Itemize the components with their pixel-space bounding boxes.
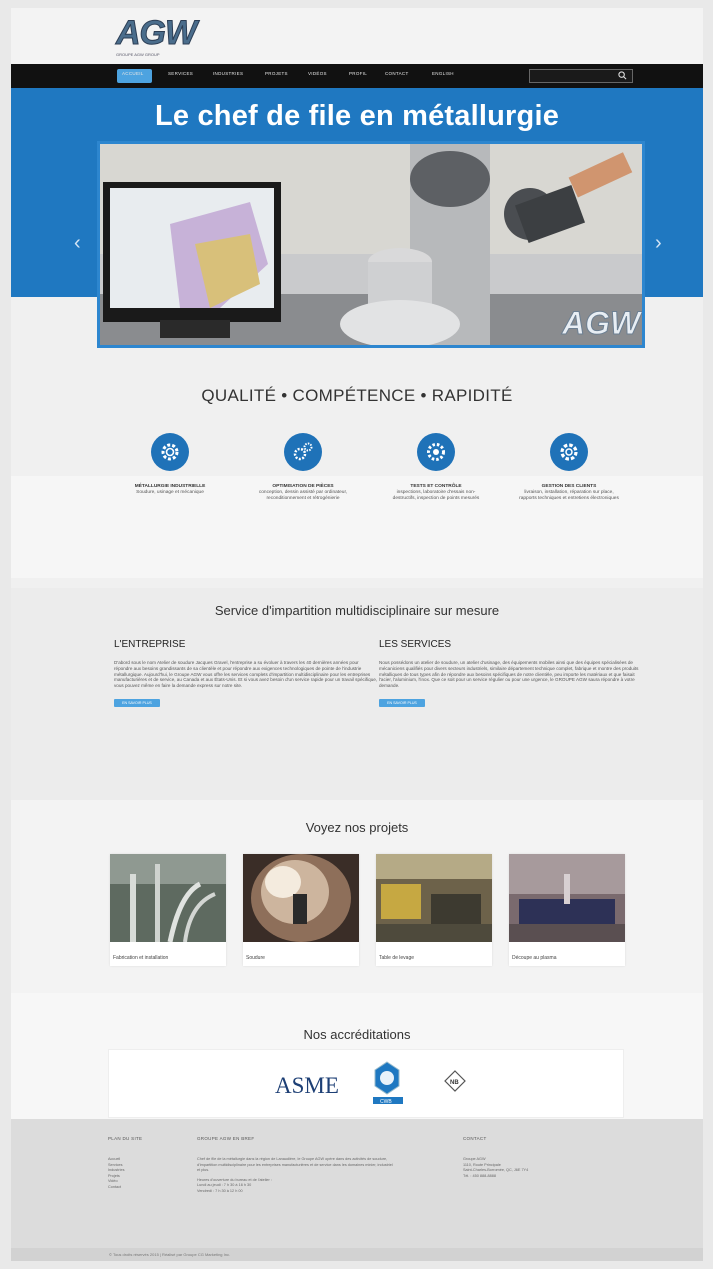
gear-icon <box>161 443 179 461</box>
nav-item-contact[interactable]: CONTACT <box>385 71 409 76</box>
nb-text: NB <box>450 1080 459 1086</box>
nav-item-accueil[interactable]: ACCUEIL <box>122 71 144 76</box>
nav-item-english[interactable]: ENGLISH <box>432 71 454 76</box>
logo[interactable]: AGW GROUPE AGW GROUP <box>115 14 197 58</box>
feature-icon-circle <box>417 433 455 471</box>
project-card[interactable]: Soudure <box>243 854 359 966</box>
footer-link-contact[interactable]: Contact <box>108 1185 124 1191</box>
project-label: Soudure <box>246 955 265 961</box>
project-card[interactable]: Fabrication et installation <box>110 854 226 966</box>
nav-item-videos[interactable]: VIDÉOS <box>308 71 327 76</box>
header: AGW GROUPE AGW GROUP <box>11 8 703 64</box>
services-more-button[interactable]: EN SAVOIR PLUS <box>379 698 425 707</box>
footer-sitemap-title: PLAN DU SITE <box>108 1136 143 1141</box>
project-card[interactable]: Table de levage <box>376 854 492 966</box>
feature-metallurgie[interactable]: MÉTALLURGIE INDUSTRIELLE Soudure, usinag… <box>120 433 220 496</box>
footer-about-title: GROUPE AGW EN BREF <box>197 1136 255 1141</box>
hero-title: Le chef de file en métallurgie <box>154 100 560 132</box>
feature-tests[interactable]: TESTS ET CONTRÔLE inspections, laboratoi… <box>386 433 486 502</box>
footer: PLAN DU SITE Accueil Services Industries… <box>11 1119 703 1261</box>
feature-desc: livraison, installation, réparation sur … <box>519 490 619 501</box>
asme-logo: ASME <box>275 1073 339 1098</box>
feature-icon-circle <box>284 433 322 471</box>
footer-link-industries[interactable]: Industries <box>108 1168 124 1174</box>
nav-item-projets[interactable]: PROJETS <box>265 71 288 76</box>
nav-item-services[interactable]: SERVICES <box>168 71 193 76</box>
services-title: LES SERVICES <box>379 639 452 650</box>
main-nav: ACCUEIL SERVICES INDUSTRIES PROJETS VIDÉ… <box>11 64 703 88</box>
service-heading: Service d'impartition multidisciplinaire… <box>214 603 500 618</box>
project-label: Découpe au plasma <box>512 955 557 961</box>
project-image <box>509 854 625 942</box>
accreditations-logos: ASME CWB NB <box>108 1049 624 1118</box>
footer-about-line: et plus. <box>197 1168 210 1172</box>
page-frame: AGW GROUPE AGW GROUP ACCUEIL SERVICES IN… <box>11 8 703 1261</box>
copyright-bar: © Tous droits réservés 2015 | Réalisé pa… <box>11 1248 703 1261</box>
slide-photo: AGW <box>100 144 643 345</box>
slider-prev-arrow[interactable]: ‹ <box>74 232 81 255</box>
feature-optimisation[interactable]: OPTIMISATION DE PIÈCES conception, dessi… <box>253 433 353 502</box>
logo-text: AGW <box>115 14 197 53</box>
slide-watermark-logo: AGW <box>561 305 643 341</box>
search-input[interactable] <box>529 69 633 83</box>
entreprise-column: L'ENTREPRISE D'abord sous le nom Atelier… <box>114 639 378 709</box>
quality-tagline: QUALITÉ • COMPÉTENCE • RAPIDITÉ <box>201 386 513 405</box>
footer-contact-line: Saint-Charles-Borromée, QC, J6E 7Y4 <box>463 1168 529 1172</box>
feature-icon-circle <box>151 433 189 471</box>
cwb-logo: CWB <box>373 1061 403 1105</box>
project-label: Table de levage <box>379 955 415 961</box>
project-label: Fabrication et installation <box>113 955 169 961</box>
feature-gestion[interactable]: GESTION DES CLIENTS livraison, installat… <box>519 433 619 502</box>
footer-hours-line: Vendredi : 7 h 30 à 12 h 00 <box>197 1188 243 1193</box>
feature-desc: conception, dessin assisté par ordinateu… <box>258 490 348 501</box>
footer-contact-info: Groupe AGW 1110, Route Principale Saint-… <box>463 1157 528 1179</box>
nav-item-industries[interactable]: INDUSTRIES <box>213 71 243 76</box>
logo-tagline: GROUPE AGW GROUP <box>116 52 160 57</box>
entreprise-more-button[interactable]: EN SAVOIR PLUS <box>114 698 160 707</box>
footer-contact-line: Tél. : 450 888-8888 <box>463 1173 496 1178</box>
footer-contact-title: CONTACT <box>463 1136 487 1141</box>
slider-next-arrow[interactable]: › <box>655 232 662 255</box>
project-image <box>376 854 492 942</box>
nav-item-profil[interactable]: PROFIL <box>349 71 367 76</box>
cwb-text: CWB <box>380 1099 392 1105</box>
project-image <box>243 854 359 942</box>
footer-about-text: Chef de file de la métallurgie dans la r… <box>197 1157 482 1194</box>
entreprise-title: L'ENTREPRISE <box>114 639 186 650</box>
project-card[interactable]: Découpe au plasma <box>509 854 625 966</box>
accreditations-section: Nos accréditations ASME CWB NB <box>11 993 703 1119</box>
search-icon[interactable] <box>618 71 627 80</box>
project-image <box>110 854 226 943</box>
accreditation-logos-strip: ASME CWB NB <box>275 1061 466 1105</box>
services-column: LES SERVICES Nous possédons un atelier d… <box>379 639 643 709</box>
projects-heading: Voyez nos projets <box>305 820 409 835</box>
accreditations-heading: Nos accréditations <box>303 1027 411 1042</box>
hero-slider-image: AGW <box>97 141 645 348</box>
feature-icon-circle <box>550 433 588 471</box>
entreprise-text: D'abord sous le nom Atelier de soudure J… <box>114 660 378 689</box>
services-text: Nous possédons un atelier de soudure, un… <box>379 660 639 689</box>
cog-icon <box>427 443 445 461</box>
gears-icon <box>293 442 313 461</box>
nb-logo: NB <box>444 1070 466 1092</box>
feature-desc: Soudure, usinage et mécanique <box>136 490 204 495</box>
service-section: Service d'impartition multidisciplinaire… <box>11 588 703 800</box>
feature-desc: inspections, laboratoire d'essais non-de… <box>392 490 480 501</box>
projects-section: Voyez nos projets Fabrication et install… <box>11 800 703 993</box>
settings-icon <box>560 443 578 461</box>
page: AGW GROUPE AGW GROUP ACCUEIL SERVICES IN… <box>0 0 713 1269</box>
footer-sitemap-links: Accueil Services Industries Projets Vidé… <box>108 1157 124 1190</box>
